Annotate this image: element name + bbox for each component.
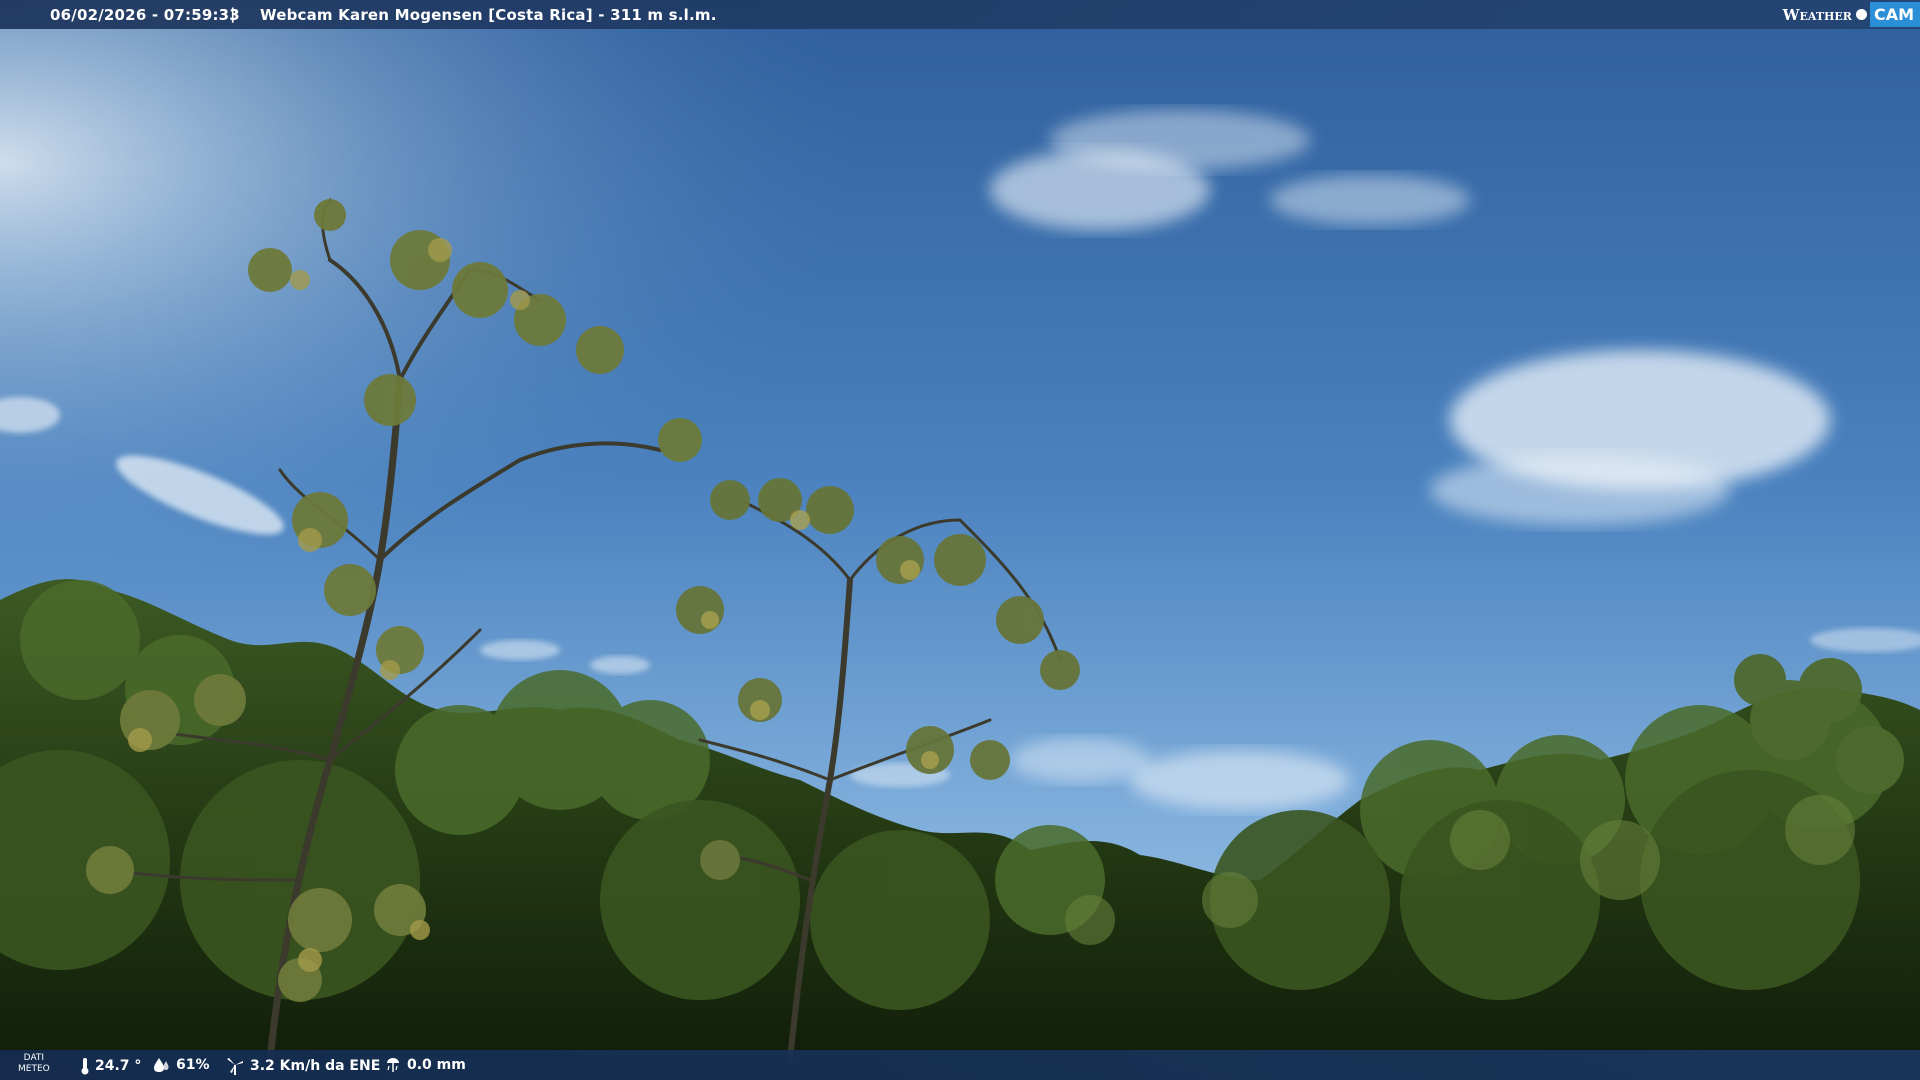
temperature-readout: 24.7 ° — [80, 1057, 141, 1075]
meteo-label-line2: METEO — [18, 1064, 50, 1074]
webcam-image — [0, 0, 1920, 1080]
webcam-viewer: 06/02/2026 - 07:59:33 | Webcam Karen Mog… — [0, 0, 1920, 1080]
wind-readout: 3.2 Km/h da ENE — [225, 1057, 380, 1075]
rain-gauge-icon — [387, 1058, 399, 1072]
water-drop-icon — [154, 1058, 169, 1072]
wind-turbine-icon — [227, 1058, 243, 1075]
humidity-readout: 61% — [153, 1057, 210, 1073]
logo-word-weather: Weather — [1782, 5, 1852, 24]
capture-datetime: 06/02/2026 - 07:59:33 — [50, 6, 240, 24]
rain-value: 0.0 mm — [407, 1057, 466, 1073]
temperature-value: 24.7 ° — [95, 1058, 142, 1074]
meteo-data-label: DATI METEO — [18, 1053, 50, 1075]
top-info-bar: 06/02/2026 - 07:59:33 | Webcam Karen Mog… — [0, 0, 1920, 29]
wind-value: 3.2 Km/h da ENE — [250, 1058, 381, 1074]
humidity-value: 61% — [176, 1057, 210, 1073]
weathercam-logo[interactable]: Weather CAM — [1783, 0, 1920, 29]
thermometer-icon — [81, 1058, 89, 1075]
rain-readout: 0.0 mm — [384, 1057, 466, 1073]
webcam-title: Webcam Karen Mogensen [Costa Rica] - 311… — [260, 6, 717, 24]
header-separator: | — [230, 5, 236, 23]
weather-data-bar: DATI METEO 24.7 ° 61% 3.2 Km/h da ENE 0.… — [0, 1050, 1920, 1080]
logo-dot-icon — [1855, 9, 1867, 20]
meteo-label-line1: DATI — [23, 1053, 45, 1063]
logo-word-cam: CAM — [1869, 2, 1920, 27]
